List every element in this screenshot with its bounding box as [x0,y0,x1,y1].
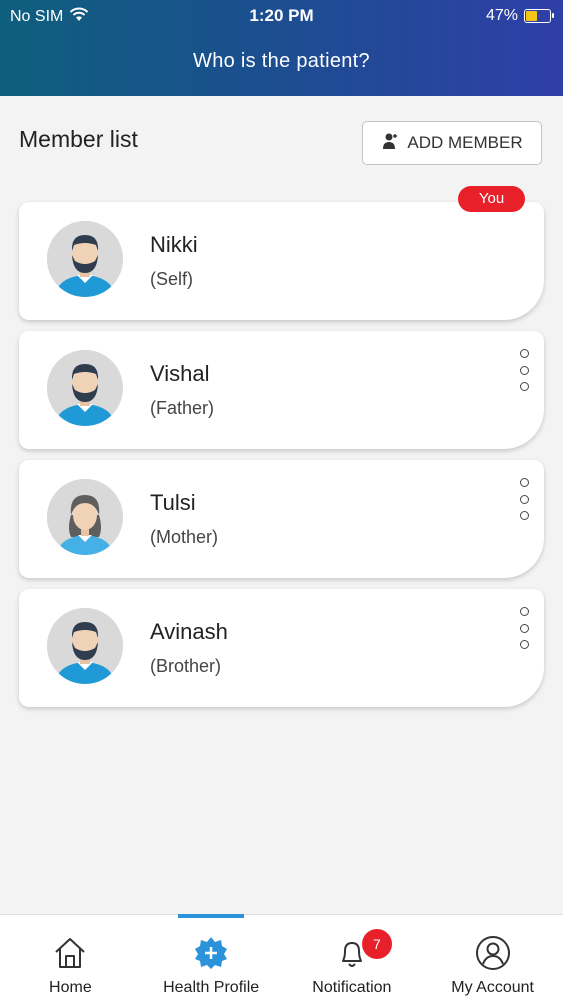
member-relation: (Mother) [150,527,219,547]
bottom-nav: Home Health Profile 7 Notification My Ac… [0,914,563,1000]
home-icon [50,933,90,973]
member-card-avinash[interactable]: Avinash (Brother) [19,589,544,707]
status-bar: No SIM 1:20 PM 47% [0,0,563,32]
more-options-icon[interactable] [516,607,532,649]
nav-notification[interactable]: 7 Notification [282,915,423,1000]
member-card-tulsi[interactable]: Tulsi (Mother) [19,460,544,578]
female-avatar-icon [47,479,123,555]
member-list-title: Member list [19,126,138,152]
nav-label: Health Profile [163,979,260,996]
account-icon [473,933,513,973]
app-header: No SIM 1:20 PM 47% Who is the patient? [0,0,563,96]
member-name: Vishal [150,361,210,386]
active-tab-indicator [177,914,244,918]
add-user-icon [381,132,399,155]
member-name: Tulsi [150,490,196,515]
member-name: Avinash [150,619,228,644]
bell-icon: 7 [332,929,392,973]
member-relation: (Father) [150,398,215,418]
add-member-label: ADD MEMBER [407,133,523,152]
nav-label: My Account [451,979,534,996]
member-relation: (Self) [150,269,194,289]
nav-label: Notification [312,979,392,996]
more-options-icon[interactable] [516,349,532,391]
member-relation: (Brother) [150,656,222,676]
battery-icon [524,9,554,23]
nav-home[interactable]: Home [0,915,141,1000]
status-time: 1:20 PM [249,6,314,25]
member-name: Nikki [150,232,198,257]
notification-count-badge: 7 [361,929,392,959]
more-options-icon[interactable] [516,478,532,520]
battery-level [526,11,537,21]
status-right: 47% [485,7,554,25]
nav-label: Home [49,979,92,996]
nav-health-profile[interactable]: Health Profile [141,914,282,1000]
male-avatar-icon [47,350,123,426]
member-card-vishal[interactable]: Vishal (Father) [19,331,544,449]
nav-my-account[interactable]: My Account [422,915,563,1000]
male-avatar-icon [47,221,123,297]
add-member-button[interactable]: ADD MEMBER [362,121,542,165]
member-card-nikki[interactable]: Nikki (Self) [19,202,544,320]
male-avatar-icon [47,608,123,684]
health-profile-icon [191,933,231,973]
page-title: Who is the patient? [193,50,370,72]
battery-percent: 47% [485,7,518,24]
you-badge: You [458,186,525,212]
